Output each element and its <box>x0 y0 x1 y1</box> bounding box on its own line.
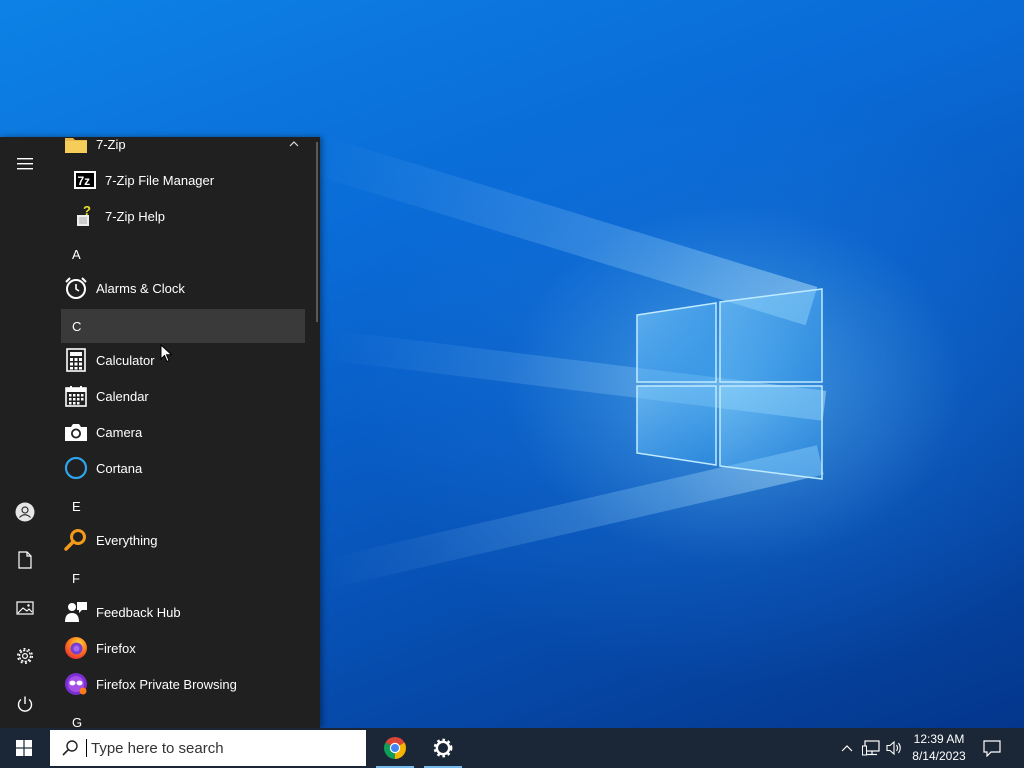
app-label: Camera <box>96 424 143 440</box>
windows-logo-wallpaper <box>636 288 823 480</box>
app-item-7zip-folder[interactable]: 7-Zip <box>61 137 305 162</box>
power-button[interactable] <box>0 684 50 724</box>
svg-text:?: ? <box>83 205 91 218</box>
app-label: Everything <box>96 532 158 548</box>
app-item-firefox-private[interactable]: Firefox Private Browsing <box>61 666 305 702</box>
letter-header-e[interactable]: E <box>61 489 305 523</box>
network-icon <box>862 740 880 756</box>
mouse-cursor-icon <box>160 344 173 363</box>
letter-label: F <box>72 570 80 586</box>
app-label: 7-Zip <box>96 137 126 152</box>
settings-button[interactable] <box>0 636 50 676</box>
app-item-cortana[interactable]: Cortana <box>61 450 305 486</box>
taskbar-clock[interactable]: 12:39 AM 8/14/2023 <box>906 731 972 765</box>
power-icon <box>17 696 33 712</box>
firefox-icon <box>64 636 88 660</box>
app-label: Calendar <box>96 388 149 404</box>
user-account-button[interactable] <box>0 492 50 532</box>
chrome-icon <box>384 737 406 759</box>
clock-time: 12:39 AM <box>913 732 965 746</box>
letter-header-c[interactable]: C <box>61 309 305 343</box>
chevron-up-icon[interactable] <box>289 137 299 151</box>
hamburger-icon <box>17 158 33 170</box>
taskbar-chrome-button[interactable] <box>372 728 418 768</box>
app-label: Firefox <box>96 640 136 656</box>
app-label: Alarms & Clock <box>96 280 185 296</box>
app-item-firefox[interactable]: Firefox <box>61 630 305 666</box>
pictures-icon <box>16 601 34 615</box>
settings-icon <box>17 648 33 664</box>
pictures-button[interactable] <box>0 588 50 628</box>
svg-text:7z: 7z <box>78 174 91 188</box>
app-label: 7-Zip Help <box>105 208 165 224</box>
settings-icon <box>433 738 453 758</box>
letter-label: C <box>72 318 82 334</box>
alarm-clock-icon <box>64 276 88 300</box>
7zip-icon: 7z <box>73 168 97 192</box>
search-icon <box>62 740 78 756</box>
chevron-up-icon <box>841 745 853 752</box>
app-item-7zip-file-manager[interactable]: 7z 7-Zip File Manager <box>61 162 305 198</box>
everything-search-icon <box>64 528 88 552</box>
letter-label: A <box>72 246 81 262</box>
search-input[interactable] <box>87 733 351 763</box>
app-item-calendar[interactable]: Calendar <box>61 378 305 414</box>
taskbar: 12:39 AM 8/14/2023 <box>0 728 1024 768</box>
letter-header-f[interactable]: F <box>61 561 305 595</box>
documents-icon <box>18 551 32 569</box>
letter-header-a[interactable]: A <box>61 237 305 271</box>
letter-header-g[interactable]: G <box>61 705 305 729</box>
show-hidden-icons-button[interactable] <box>838 728 856 768</box>
user-icon <box>15 502 35 522</box>
calendar-icon <box>64 384 88 408</box>
camera-icon <box>64 420 88 444</box>
app-item-7zip-help[interactable]: ? 7-Zip Help <box>61 198 305 234</box>
start-menu: 7-Zip 7z 7-Zip File Manager ? 7-Zip Help… <box>0 137 320 728</box>
app-label: 7-Zip File Manager <box>105 172 215 188</box>
app-item-alarms-clock[interactable]: Alarms & Clock <box>61 270 305 306</box>
expand-menu-button[interactable] <box>0 144 50 184</box>
taskbar-settings-button[interactable] <box>420 728 466 768</box>
cortana-icon <box>64 456 88 480</box>
documents-button[interactable] <box>0 540 50 580</box>
volume-button[interactable] <box>884 728 906 768</box>
action-center-button[interactable] <box>980 728 1004 768</box>
app-list: 7-Zip 7z 7-Zip File Manager ? 7-Zip Help… <box>50 137 320 728</box>
windows-start-icon <box>16 740 32 756</box>
calculator-icon <box>64 348 88 372</box>
app-item-camera[interactable]: Camera <box>61 414 305 450</box>
network-button[interactable] <box>860 728 882 768</box>
app-label: Calculator <box>96 352 155 368</box>
taskbar-search-box[interactable] <box>50 730 366 766</box>
app-item-calculator[interactable]: Calculator <box>61 342 305 378</box>
start-menu-rail <box>0 137 50 728</box>
app-item-feedback-hub[interactable]: Feedback Hub <box>61 594 305 630</box>
app-item-everything[interactable]: Everything <box>61 522 305 558</box>
folder-icon <box>64 137 88 156</box>
letter-label: E <box>72 498 81 514</box>
firefox-private-icon <box>64 672 88 696</box>
feedback-hub-icon <box>64 600 88 624</box>
app-list-scrollbar[interactable] <box>316 142 318 322</box>
notification-icon <box>983 739 1001 757</box>
clock-date: 8/14/2023 <box>912 749 966 763</box>
app-label: Cortana <box>96 460 143 476</box>
app-label: Firefox Private Browsing <box>96 676 237 692</box>
letter-label: G <box>72 714 83 729</box>
speaker-icon <box>886 740 901 756</box>
app-label: Feedback Hub <box>96 604 181 620</box>
start-button[interactable] <box>0 728 48 768</box>
help-icon: ? <box>73 204 97 228</box>
